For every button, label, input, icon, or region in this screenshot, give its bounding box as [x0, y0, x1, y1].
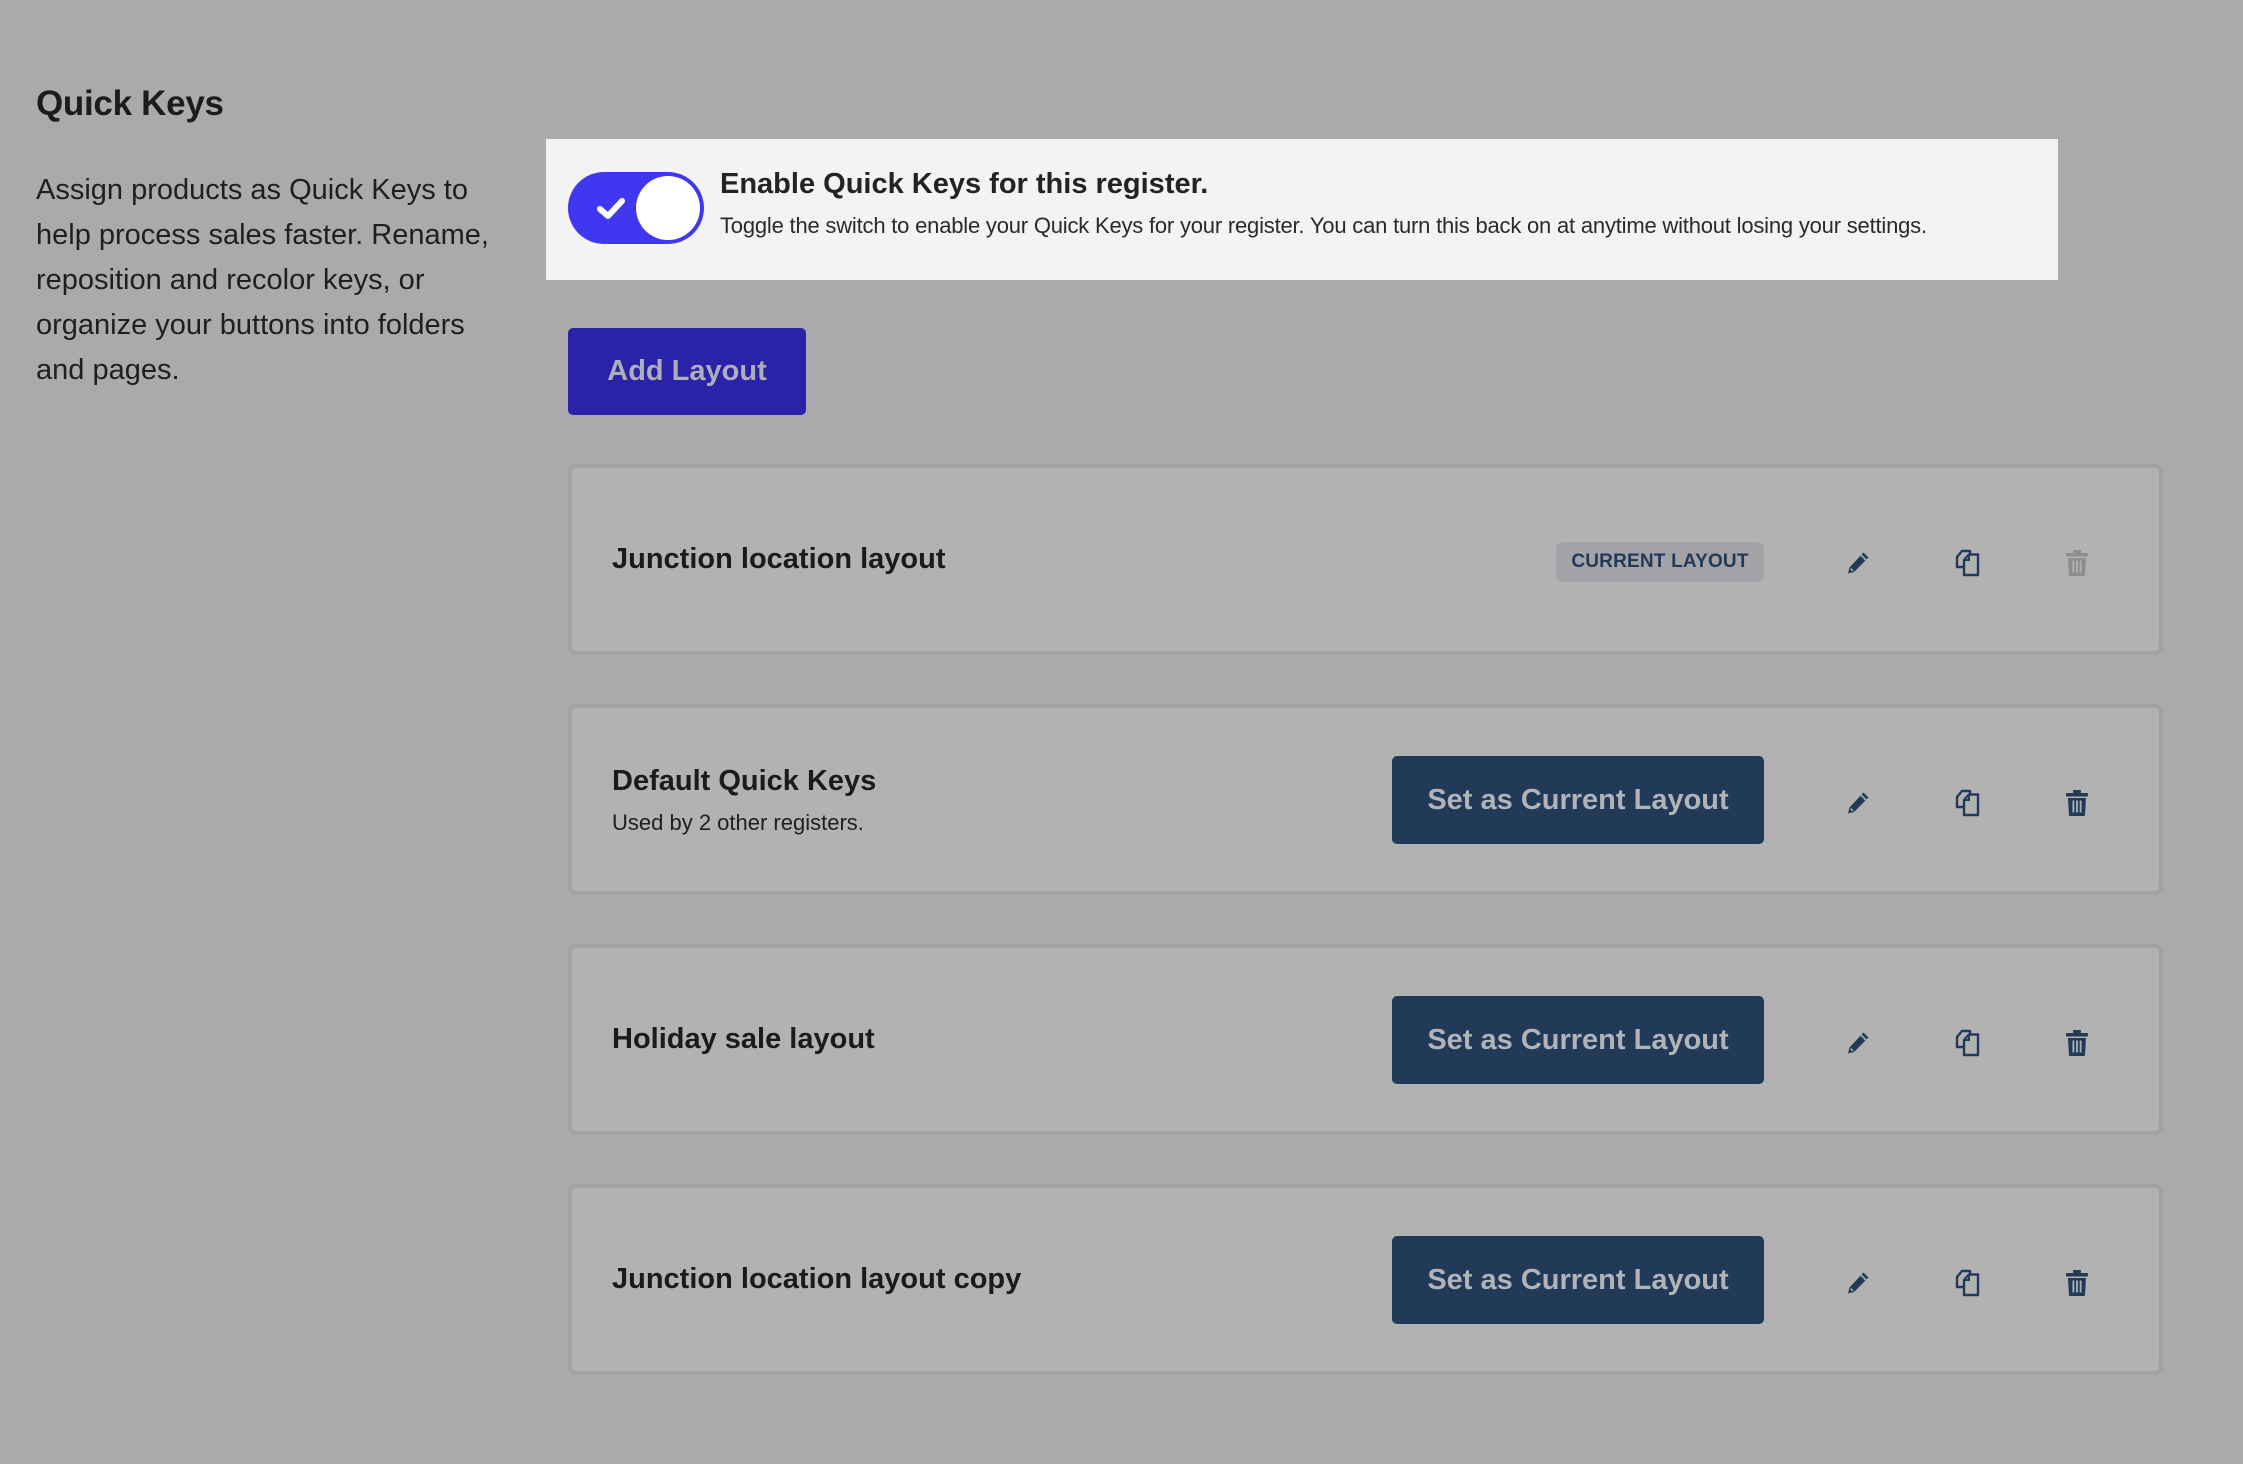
current-layout-badge: CURRENT LAYOUT: [1556, 542, 1764, 582]
delete-layout-button[interactable]: [2057, 1023, 2097, 1063]
delete-layout-button: [2057, 543, 2097, 583]
layout-name: Holiday sale layout: [612, 1023, 875, 1055]
trash-icon: [2066, 1270, 2088, 1296]
layout-name: Junction location layout copy: [612, 1263, 1022, 1295]
layout-card: Holiday sale layout Set as Current Layout: [568, 944, 2163, 1135]
trash-icon: [2066, 550, 2088, 576]
duplicate-layout-button[interactable]: [1948, 1263, 1988, 1303]
delete-layout-button[interactable]: [2057, 783, 2097, 823]
copy-icon: [1955, 1029, 1980, 1057]
pencil-icon: [1848, 552, 1869, 574]
page-title: Quick Keys: [36, 84, 224, 123]
set-current-layout-button[interactable]: Set as Current Layout: [1392, 996, 1764, 1084]
trash-icon: [2066, 790, 2088, 816]
edit-layout-button[interactable]: [1838, 1023, 1878, 1063]
enable-quick-keys-toggle[interactable]: [568, 172, 704, 244]
layout-name: Junction location layout: [612, 543, 946, 575]
layout-card: Junction location layout copy Set as Curr…: [568, 1184, 2163, 1375]
layout-usage-note: Used by 2 other registers.: [612, 810, 864, 835]
delete-layout-button[interactable]: [2057, 1263, 2097, 1303]
layout-name: Default Quick Keys: [612, 765, 877, 797]
copy-icon: [1955, 1269, 1980, 1297]
notice-description: Toggle the switch to enable your Quick K…: [720, 213, 1927, 238]
copy-icon: [1955, 549, 1980, 577]
set-current-layout-button[interactable]: Set as Current Layout: [1392, 756, 1764, 844]
duplicate-layout-button[interactable]: [1948, 783, 1988, 823]
layout-card: Default Quick Keys Used by 2 other regist…: [568, 704, 2163, 895]
edit-layout-button[interactable]: [1838, 1263, 1878, 1303]
pencil-icon: [1848, 1272, 1869, 1294]
layout-card: Junction location layout CURRENT LAYOUT: [568, 464, 2163, 655]
toggle-knob: [636, 176, 700, 240]
trash-icon: [2066, 1030, 2088, 1056]
set-current-layout-button[interactable]: Set as Current Layout: [1392, 1236, 1764, 1324]
pencil-icon: [1848, 1032, 1869, 1054]
page-description: Assign products as Quick Keys to help pr…: [36, 174, 489, 386]
edit-layout-button[interactable]: [1838, 543, 1878, 583]
enable-quick-keys-notice: Enable Quick Keys for this register. Tog…: [546, 139, 2058, 280]
add-layout-button[interactable]: Add Layout: [568, 328, 806, 415]
notice-title: Enable Quick Keys for this register.: [720, 168, 1209, 200]
duplicate-layout-button[interactable]: [1948, 543, 1988, 583]
check-icon: [597, 198, 625, 219]
edit-layout-button[interactable]: [1838, 783, 1878, 823]
copy-icon: [1955, 789, 1980, 817]
duplicate-layout-button[interactable]: [1948, 1023, 1988, 1063]
pencil-icon: [1848, 792, 1869, 814]
